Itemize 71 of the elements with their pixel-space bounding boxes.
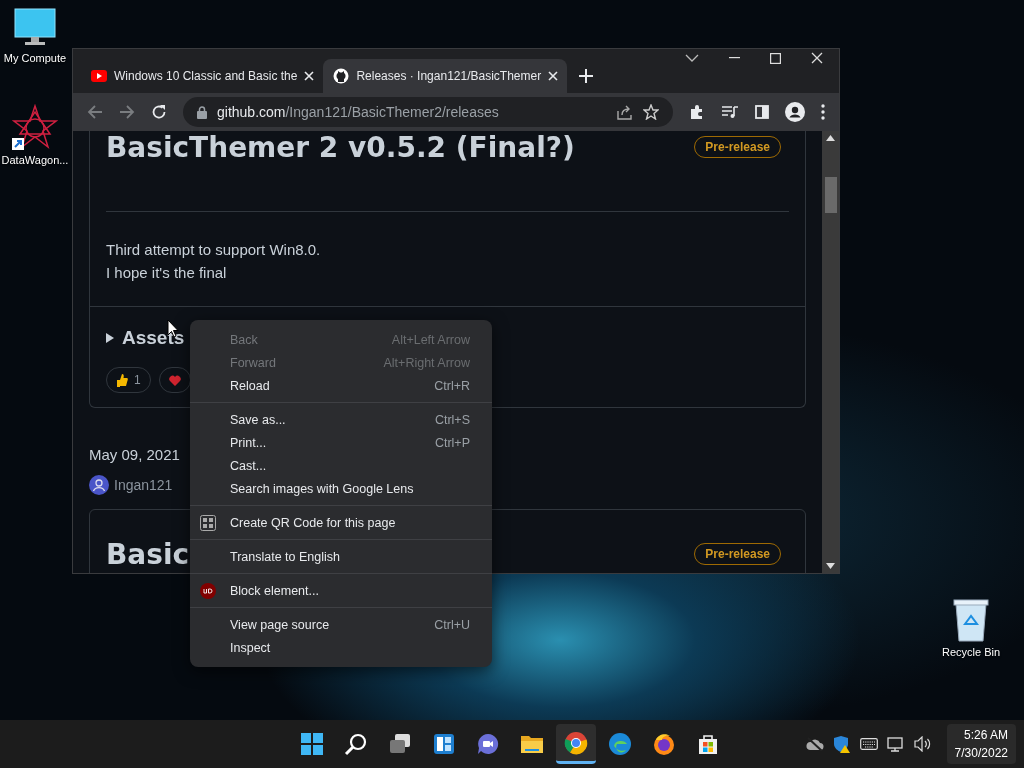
- task-view-icon: [388, 732, 412, 756]
- release-date: May 09, 2021: [89, 446, 181, 463]
- thumbs-up-icon: [116, 373, 128, 387]
- playlist-icon[interactable]: [721, 105, 739, 119]
- side-panel-icon[interactable]: [755, 105, 769, 119]
- scroll-down-icon[interactable]: [826, 563, 835, 569]
- clock[interactable]: 5:26 AM 7/30/2022: [946, 724, 1016, 764]
- menu-item[interactable]: View page source Ctrl+U: [190, 613, 492, 636]
- start-icon: [300, 732, 324, 756]
- network-icon[interactable]: [886, 736, 905, 752]
- release-note: Third attempt to support Win8.0.: [106, 240, 322, 260]
- close-icon[interactable]: [304, 71, 315, 81]
- avatar-icon: [89, 475, 109, 495]
- play-icon: [91, 70, 107, 82]
- cloud-off-icon[interactable]: [805, 737, 824, 751]
- taskbar-app[interactable]: [556, 724, 596, 764]
- address-bar[interactable]: github.com/Ingan121/BasicThemer2/releases: [183, 97, 673, 127]
- caret-right-icon[interactable]: [106, 333, 114, 343]
- monitor-icon: [13, 8, 57, 48]
- browser-tab[interactable]: Windows 10 Classic and Basic the: [81, 59, 324, 93]
- chat-icon: [476, 732, 500, 756]
- menu-item[interactable]: Translate to English: [190, 545, 492, 568]
- browser-icon: [608, 732, 632, 756]
- assets-heading[interactable]: Assets: [122, 327, 185, 349]
- menu-item[interactable]: Reload Ctrl+R: [190, 374, 492, 397]
- author-link[interactable]: Ingan121: [114, 477, 173, 493]
- menu-item[interactable]: Print... Ctrl+P: [190, 431, 492, 454]
- release-title[interactable]: BasicThemer 2 v0.5.2 (Final?): [106, 131, 575, 164]
- menu-item[interactable]: Save as... Ctrl+S: [190, 408, 492, 431]
- scroll-up-icon[interactable]: [826, 135, 835, 141]
- menu-item[interactable]: Block element...: [190, 579, 492, 602]
- heart-icon: [168, 374, 181, 386]
- shield-warning-icon[interactable]: [832, 735, 851, 753]
- puzzle-icon[interactable]: [689, 104, 705, 120]
- lock-icon: [197, 105, 207, 119]
- chevron-down-icon[interactable]: [685, 53, 699, 63]
- maximize-icon[interactable]: [770, 52, 781, 64]
- minimize-icon[interactable]: [729, 57, 740, 59]
- browser-icon: [652, 732, 676, 756]
- menu-item[interactable]: Inspect: [190, 636, 492, 659]
- qr-code-icon: [200, 514, 216, 531]
- search-icon: [344, 732, 368, 756]
- forward-icon[interactable]: [119, 104, 135, 120]
- widgets-icon: [432, 732, 456, 756]
- scrollbar[interactable]: [822, 131, 839, 573]
- menu-item[interactable]: Cast...: [190, 454, 492, 477]
- share-icon[interactable]: [617, 104, 633, 120]
- store-icon: [696, 732, 720, 756]
- menu-item[interactable]: Search images with Google Lens: [190, 477, 492, 500]
- close-icon[interactable]: [811, 52, 823, 64]
- browser-icon: [564, 730, 588, 755]
- release-note: I hope it's the final: [106, 263, 228, 283]
- browser-tab[interactable]: Releases · Ingan121/BasicThemer: [323, 59, 568, 93]
- close-icon[interactable]: [548, 71, 559, 81]
- keyboard-icon[interactable]: [859, 738, 878, 750]
- desktop-icon[interactable]: Recycle Bin: [936, 598, 1006, 658]
- volume-icon[interactable]: [913, 736, 932, 752]
- release-title[interactable]: Basic: [106, 537, 190, 571]
- new-tab-icon[interactable]: [579, 69, 594, 83]
- back-icon[interactable]: [87, 104, 103, 120]
- scroll-thumb[interactable]: [824, 177, 837, 213]
- menu-icon[interactable]: [821, 104, 825, 120]
- recycle-bin-icon: [952, 598, 990, 642]
- reload-icon[interactable]: [151, 104, 167, 120]
- menu-item[interactable]: Create QR Code for this page: [190, 511, 492, 534]
- profile-icon[interactable]: [785, 102, 805, 122]
- star-pattern-icon: [12, 104, 58, 150]
- desktop-icon[interactable]: My Compute: [0, 8, 70, 64]
- star-icon[interactable]: [643, 104, 659, 120]
- desktop-icon[interactable]: DataWagon...: [0, 104, 70, 166]
- cat-logo-icon: [333, 68, 350, 84]
